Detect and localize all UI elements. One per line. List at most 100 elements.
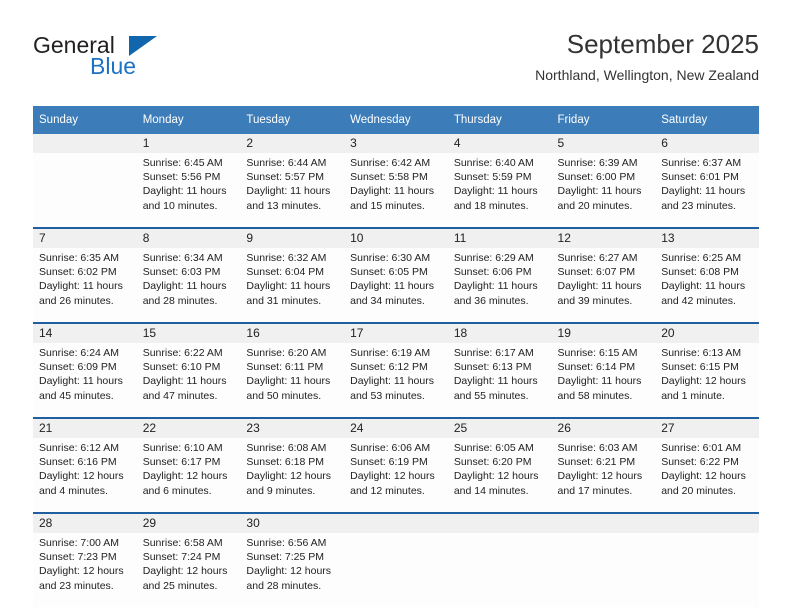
- day-number-cell[interactable]: 5: [551, 134, 656, 153]
- day-number-cell[interactable]: 15: [136, 324, 241, 343]
- day-number-cell[interactable]: 9: [240, 229, 345, 248]
- day-number-cell[interactable]: 14: [33, 324, 137, 343]
- empty-day-cell: [447, 514, 552, 533]
- day-number-cell[interactable]: 23: [240, 419, 345, 438]
- title-block: September 2025 Northland, Wellington, Ne…: [535, 28, 759, 86]
- daylight-line: Daylight: 12 hours: [246, 565, 332, 578]
- day-detail-cell[interactable]: Sunrise: 6:05 AM Sunset: 6:20 PM Daylight:…: [447, 438, 552, 512]
- day-detail-cell[interactable]: Sunrise: 6:35 AM Sunset: 6:02 PM Daylight:…: [33, 248, 137, 322]
- sunrise-line: Sunrise: 6:03 AM: [557, 442, 638, 454]
- day-detail-cell[interactable]: Sunrise: 6:37 AM Sunset: 6:01 PM Daylight:…: [655, 153, 759, 227]
- sunset-line: Sunset: 6:18 PM: [246, 456, 325, 469]
- sunset-line: Sunset: 5:57 PM: [246, 171, 325, 184]
- day-detail-cell[interactable]: Sunrise: 6:42 AM Sunset: 5:58 PM Daylight:…: [344, 153, 448, 227]
- day-detail-cell[interactable]: Sunrise: 6:45 AM Sunset: 5:56 PM Daylight:…: [136, 153, 241, 227]
- day-detail-cell[interactable]: Sunrise: 6:39 AM Sunset: 6:00 PM Daylight:…: [551, 153, 656, 227]
- weekday-header-wednesday: Wednesday: [344, 106, 448, 134]
- day-number-cell[interactable]: 29: [136, 514, 241, 533]
- daylight-line-2: and 28 minutes.: [246, 579, 322, 592]
- day-detail-cell[interactable]: Sunrise: 6:08 AM Sunset: 6:18 PM Daylight:…: [240, 438, 345, 512]
- day-number-cell[interactable]: 7: [33, 229, 137, 248]
- sunrise-line: Sunrise: 6:45 AM: [142, 157, 223, 169]
- day-number-cell[interactable]: 13: [655, 229, 759, 248]
- general-blue-logo[interactable]: General Blue: [33, 32, 263, 92]
- daylight-line-2: and 47 minutes.: [142, 389, 218, 402]
- sunrise-line: Sunrise: 6:34 AM: [142, 252, 223, 264]
- day-detail-cell[interactable]: Sunrise: 6:06 AM Sunset: 6:19 PM Daylight:…: [344, 438, 448, 512]
- day-number-cell[interactable]: 18: [447, 324, 552, 343]
- daylight-line: Daylight: 11 hours: [557, 280, 642, 293]
- day-number-cell[interactable]: 25: [447, 419, 552, 438]
- sunrise-line: Sunrise: 6:13 AM: [661, 347, 742, 359]
- day-detail-cell[interactable]: Sunrise: 6:20 AM Sunset: 6:11 PM Daylight:…: [240, 343, 345, 417]
- day-detail-cell[interactable]: Sunrise: 6:15 AM Sunset: 6:14 PM Daylight:…: [551, 343, 656, 417]
- empty-day-detail-cell: [33, 153, 137, 227]
- day-number-cell[interactable]: 28: [33, 514, 137, 533]
- sunrise-line: Sunrise: 6:24 AM: [39, 347, 119, 359]
- daylight-line-2: and 58 minutes.: [557, 389, 633, 402]
- day-detail-cell[interactable]: Sunrise: 6:10 AM Sunset: 6:17 PM Daylight:…: [136, 438, 241, 512]
- day-detail-cell[interactable]: Sunrise: 7:00 AM Sunset: 7:23 PM Daylight:…: [33, 533, 137, 607]
- day-number-cell[interactable]: 26: [551, 419, 656, 438]
- sunset-line: Sunset: 5:56 PM: [142, 171, 221, 184]
- day-detail-cell[interactable]: Sunrise: 6:12 AM Sunset: 6:16 PM Daylight:…: [33, 438, 137, 512]
- day-number-cell[interactable]: 30: [240, 514, 345, 533]
- daylight-line-2: and 13 minutes.: [246, 199, 322, 212]
- sunrise-line: Sunrise: 6:35 AM: [39, 252, 119, 264]
- day-detail-cell[interactable]: Sunrise: 6:22 AM Sunset: 6:10 PM Daylight:…: [136, 343, 241, 417]
- daylight-line-2: and 26 minutes.: [39, 294, 114, 307]
- day-number-cell[interactable]: 27: [655, 419, 759, 438]
- daylight-line-2: and 18 minutes.: [453, 199, 529, 212]
- day-number-cell[interactable]: 21: [33, 419, 137, 438]
- page-header: General Blue September 2025 Northland, W…: [33, 28, 759, 100]
- day-detail-cell[interactable]: Sunrise: 6:27 AM Sunset: 6:07 PM Daylight:…: [551, 248, 656, 322]
- day-detail-cell[interactable]: Sunrise: 6:17 AM Sunset: 6:13 PM Daylight:…: [447, 343, 552, 417]
- day-detail-cell[interactable]: Sunrise: 6:19 AM Sunset: 6:12 PM Daylight:…: [344, 343, 448, 417]
- daylight-line: Daylight: 11 hours: [39, 280, 123, 293]
- sunrise-line: Sunrise: 7:00 AM: [39, 537, 119, 549]
- daylight-line-2: and 50 minutes.: [246, 389, 322, 402]
- day-number-cell[interactable]: 3: [344, 134, 448, 153]
- day-detail-cell[interactable]: Sunrise: 6:30 AM Sunset: 6:05 PM Daylight:…: [344, 248, 448, 322]
- day-number-cell[interactable]: 4: [447, 134, 552, 153]
- day-number-cell[interactable]: 8: [136, 229, 241, 248]
- day-detail-cell[interactable]: Sunrise: 6:34 AM Sunset: 6:03 PM Daylight:…: [136, 248, 241, 322]
- day-number-cell[interactable]: 19: [551, 324, 656, 343]
- day-number-cell[interactable]: 6: [655, 134, 759, 153]
- empty-day-detail-cell: [344, 533, 448, 607]
- day-number-cell[interactable]: 24: [344, 419, 448, 438]
- sunrise-line: Sunrise: 6:40 AM: [453, 157, 534, 169]
- day-detail-cell[interactable]: Sunrise: 6:56 AM Sunset: 7:25 PM Daylight:…: [240, 533, 345, 607]
- calendar-week-daynumbers: 7 8 9 10 11 12 13: [33, 229, 759, 248]
- sunset-line: Sunset: 6:22 PM: [661, 456, 739, 469]
- empty-day-cell: [344, 514, 448, 533]
- day-detail-cell[interactable]: Sunrise: 6:03 AM Sunset: 6:21 PM Daylight:…: [551, 438, 656, 512]
- day-detail-cell[interactable]: Sunrise: 6:44 AM Sunset: 5:57 PM Daylight:…: [240, 153, 345, 227]
- day-detail-cell[interactable]: Sunrise: 6:40 AM Sunset: 5:59 PM Daylight:…: [447, 153, 552, 227]
- day-detail-cell[interactable]: Sunrise: 6:25 AM Sunset: 6:08 PM Daylight:…: [655, 248, 759, 322]
- day-number-cell[interactable]: 20: [655, 324, 759, 343]
- day-detail-cell[interactable]: Sunrise: 6:32 AM Sunset: 6:04 PM Daylight:…: [240, 248, 345, 322]
- day-detail-cell[interactable]: Sunrise: 6:24 AM Sunset: 6:09 PM Daylight:…: [33, 343, 137, 417]
- day-detail-cell[interactable]: Sunrise: 6:13 AM Sunset: 6:15 PM Daylight:…: [655, 343, 759, 417]
- day-number-cell[interactable]: 22: [136, 419, 241, 438]
- daylight-line-2: and 23 minutes.: [39, 579, 114, 592]
- day-number-cell[interactable]: 10: [344, 229, 448, 248]
- weekday-header-tuesday: Tuesday: [240, 106, 345, 134]
- day-detail-cell[interactable]: Sunrise: 6:58 AM Sunset: 7:24 PM Daylight:…: [136, 533, 241, 607]
- day-detail-cell[interactable]: Sunrise: 6:29 AM Sunset: 6:06 PM Daylight:…: [447, 248, 552, 322]
- day-number-cell[interactable]: 16: [240, 324, 345, 343]
- sunset-line: Sunset: 6:10 PM: [142, 361, 221, 374]
- day-number-cell[interactable]: 17: [344, 324, 448, 343]
- day-number-cell[interactable]: 1: [136, 134, 241, 153]
- sunrise-line: Sunrise: 6:27 AM: [557, 252, 638, 264]
- daylight-line-2: and 17 minutes.: [557, 484, 633, 497]
- sunrise-line: Sunrise: 6:30 AM: [350, 252, 431, 264]
- calendar-week-daynumbers: 21 22 23 24 25 26 27: [33, 419, 759, 438]
- sunrise-line: Sunrise: 6:42 AM: [350, 157, 431, 169]
- day-number-cell[interactable]: 2: [240, 134, 345, 153]
- sunset-line: Sunset: 6:15 PM: [661, 361, 739, 374]
- day-number-cell[interactable]: 11: [447, 229, 552, 248]
- day-detail-cell[interactable]: Sunrise: 6:01 AM Sunset: 6:22 PM Daylight:…: [655, 438, 759, 512]
- day-number-cell[interactable]: 12: [551, 229, 656, 248]
